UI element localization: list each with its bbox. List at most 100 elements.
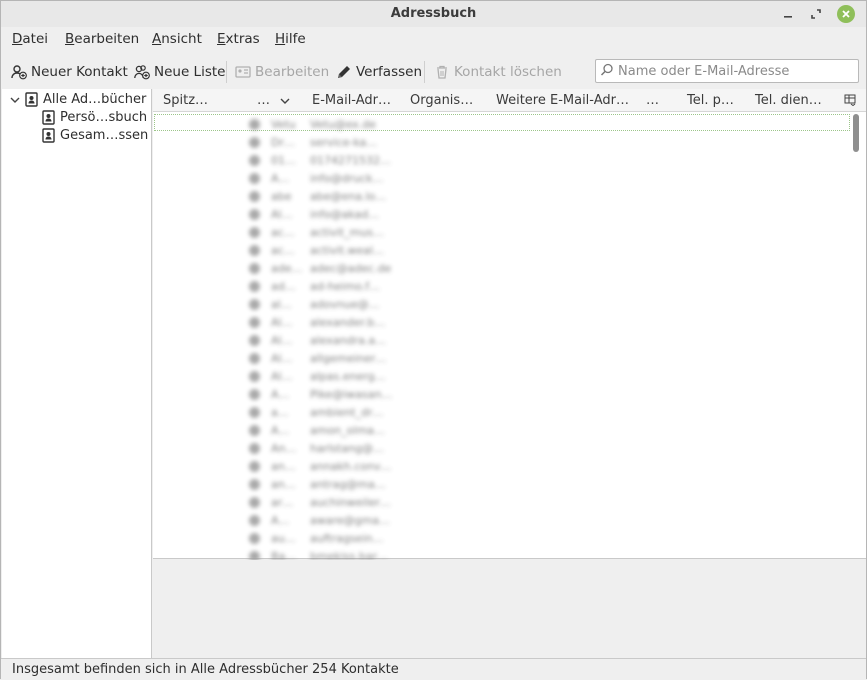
add-person-icon [11,64,27,80]
window-title: Adressbuch [390,6,477,21]
contact-name: al… [271,297,292,311]
person-icon [249,532,260,544]
menu-datei-mnemonic: D [12,31,23,47]
minimize-icon[interactable] [779,5,797,23]
contact-email: ambient_dr… [310,405,384,419]
tree-item-personal-address-book[interactable]: Persö…sbuch [41,108,147,126]
new-list-button[interactable]: Neue Liste [134,62,225,82]
table-row[interactable]: ac… activit_mus… [226,223,436,241]
contact-email: allgemeiner… [310,351,387,365]
chevron-down-icon[interactable] [10,94,20,104]
column-name-label: … [257,93,270,108]
column-tel-private[interactable]: Tel. p… [687,93,734,108]
scrollbar-thumb[interactable] [853,114,859,152]
table-row[interactable]: Al… info@akad… [226,205,436,223]
table-row[interactable]: Al… allgemeiner… [226,349,436,367]
tree-item-collected-addresses[interactable]: Gesam…ssen [41,126,148,144]
column-other-email[interactable]: Weitere E-Mail-Adr… [496,93,629,108]
person-icon [249,190,260,202]
table-row[interactable]: ade… adec@adec.de [226,259,436,277]
contact-email: auchinweiler… [310,495,391,509]
maximize-icon[interactable] [807,5,825,23]
column-name[interactable]: … [257,93,290,108]
person-icon [249,388,260,400]
contact-name: Al… [271,207,293,221]
menu-hilfe-rest: ilfe [285,31,306,47]
title-bar: Adressbuch [1,1,866,27]
menu-hilfe-mnemonic: H [275,31,286,47]
search-icon [600,63,614,77]
table-row[interactable]: Dr… service-ka… [226,133,436,151]
table-row[interactable]: an… antrag@ma… [226,475,436,493]
contact-email: harlstang@… [310,441,385,455]
table-row[interactable]: ac… activit.weal… [226,241,436,259]
table-row[interactable]: A… amon_olma… [226,421,436,439]
column-organization[interactable]: Organis… [410,93,473,108]
contact-name: ar… [271,495,294,509]
table-row[interactable]: ar… auchinweiler… [226,493,436,511]
menu-extras[interactable]: Extras [217,31,260,47]
add-group-icon [134,64,150,80]
contact-email: info@druck… [310,171,384,185]
close-icon[interactable] [837,5,855,23]
tree-item-label: Gesam…ssen [60,127,149,143]
edit-button[interactable]: Bearbeiten [235,62,329,82]
contact-name: ad… [271,279,296,293]
table-row[interactable]: A… info@druck… [226,169,436,187]
menu-datei[interactable]: Datei [12,31,48,47]
table-row[interactable]: al… adovnue@… [226,295,436,313]
table-row[interactable]: an… annakh.conv… [226,457,436,475]
contact-name: Vetu [271,117,296,131]
table-row[interactable]: An… harlstang@… [226,439,436,457]
delete-contact-button[interactable]: Kontakt löschen [434,62,562,82]
contact-email: service-ka… [310,135,378,149]
table-row[interactable]: au… auftragsein… [226,529,436,547]
person-icon [249,496,260,508]
person-icon [249,262,260,274]
contact-name: An… [271,441,297,455]
menu-ansicht-mnemonic: A [152,31,162,47]
table-row[interactable]: Ba… bmekiss.bar… [226,547,436,561]
search-input[interactable] [616,61,854,81]
column-email[interactable]: E-Mail-Adr… [312,93,391,108]
person-icon [249,442,260,454]
delete-contact-label: Kontakt löschen [454,64,562,80]
tree-item-all-address-books[interactable]: Alle Ad…bücher [10,90,146,108]
new-contact-button[interactable]: Neuer Kontakt [11,62,128,82]
contacts-list[interactable]: Spitz… … E-Mail-Adr… Organis… Weitere E-… [153,89,866,561]
person-icon [249,244,260,256]
contact-name: au… [271,531,296,545]
table-row[interactable]: A… aware@gma… [226,511,436,529]
contact-name: 01… [271,153,296,167]
contact-email: activit.weal… [310,243,385,257]
contact-email: activit_mus… [310,225,384,239]
column-picker-icon[interactable] [844,94,856,107]
table-row[interactable]: Vetu Vetu@ex.de [226,115,436,133]
table-row[interactable]: A… Pike@iwasan… [226,385,436,403]
table-row[interactable]: Al… alexander.b… [226,313,436,331]
column-nickname[interactable]: Spitz… [163,93,208,108]
compose-button[interactable]: Verfassen [336,62,422,82]
column-tel-work[interactable]: Tel. dien… [755,93,822,108]
contact-name: a… [271,405,289,419]
contact-email: Pike@iwasan… [310,387,393,401]
status-bar: Insgesamt befinden sich in Alle Adressbü… [1,658,866,680]
search-box[interactable] [595,59,859,83]
table-row[interactable]: a… ambient_dr… [226,403,436,421]
menu-bearbeiten[interactable]: Bearbeiten [65,31,139,47]
trash-icon [434,64,450,80]
column-extra[interactable]: … [646,93,659,108]
menu-hilfe[interactable]: Hilfe [275,31,306,47]
column-header: Spitz… … E-Mail-Adr… Organis… Weitere E-… [153,89,866,112]
table-row[interactable]: ad… ad-heimo.f… [226,277,436,295]
menu-ansicht[interactable]: Ansicht [152,31,202,47]
person-icon [249,478,260,490]
table-row[interactable]: 01… 0174271532… [226,151,436,169]
person-icon [249,334,260,346]
table-row[interactable]: Al… alpas.energ… [226,367,436,385]
contact-name: Al… [271,351,293,365]
contact-name: A… [271,171,290,185]
table-row[interactable]: abe abe@ena.lo… [226,187,436,205]
contact-name: A… [271,387,290,401]
table-row[interactable]: Al… alexandra.a… [226,331,436,349]
